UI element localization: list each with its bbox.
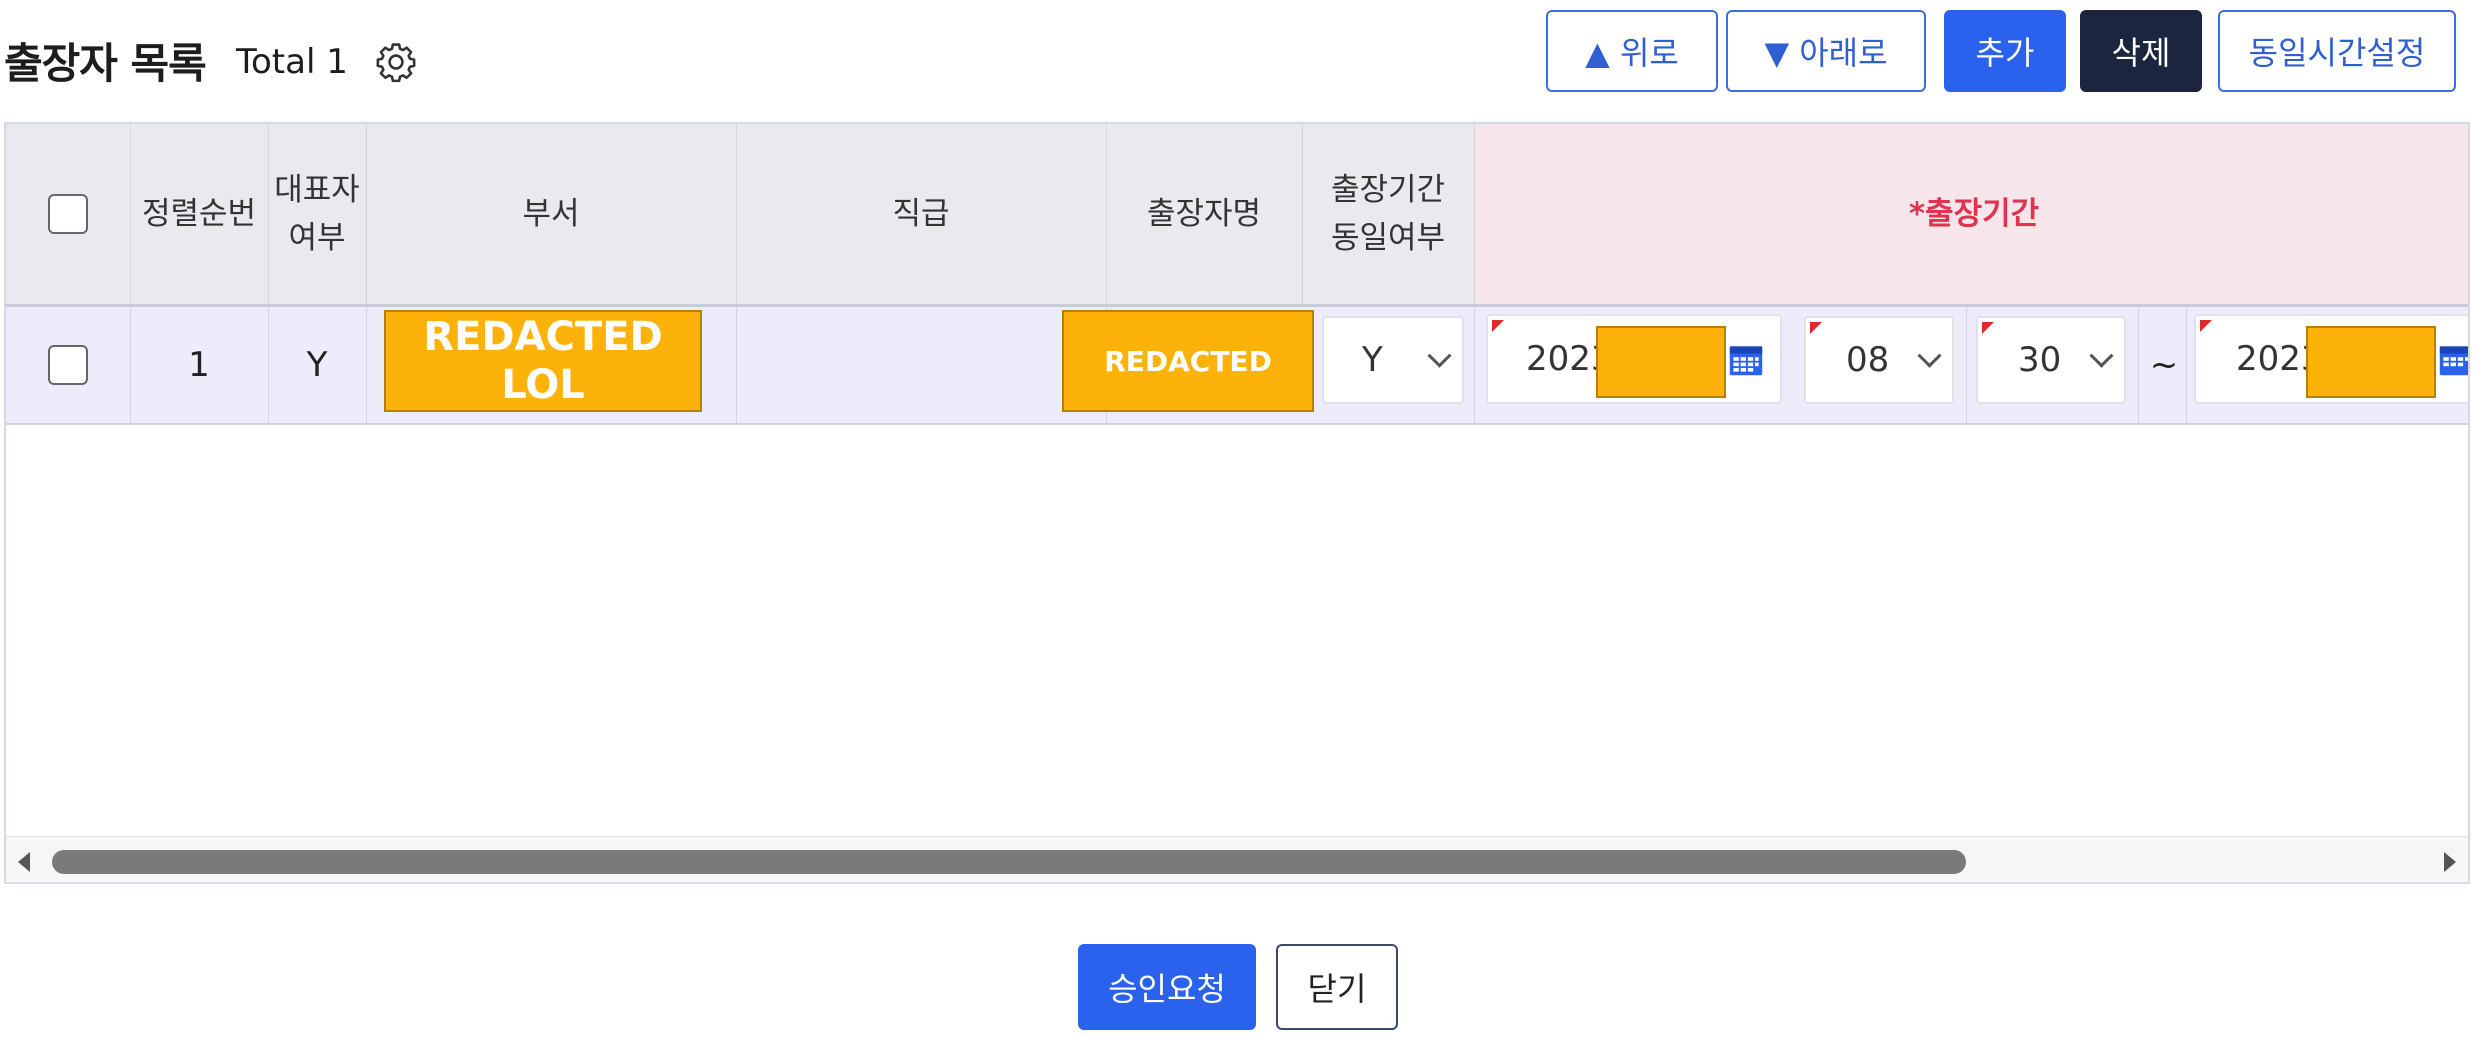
scroll-left-arrow-icon[interactable]: [18, 852, 30, 872]
traveler-grid: 정렬순번 대표자 여부 부서 직급 출장자명 출장기간 동일여부 *출장기간 1…: [4, 122, 2470, 884]
header-position: 직급: [892, 196, 950, 232]
cell-position: [736, 307, 1106, 423]
total-count: Total 1: [236, 42, 348, 82]
header-period: *출장기간: [1908, 196, 2040, 232]
page-title: 출장자 목록: [4, 39, 207, 88]
delete-button[interactable]: 삭제: [2080, 10, 2202, 92]
header-representative: 대표자 여부: [274, 172, 360, 256]
start-day-select[interactable]: 30: [1976, 316, 2126, 404]
header-department: 부서: [522, 196, 580, 232]
header-traveler-name: 출장자명: [1146, 196, 1262, 232]
required-marker: [1810, 322, 1822, 334]
same-time-setting-button[interactable]: 동일시간설정: [2218, 10, 2456, 92]
scroll-right-arrow-icon[interactable]: [2444, 852, 2456, 872]
required-marker: [1982, 322, 1994, 334]
required-marker: [2200, 320, 2212, 332]
approval-request-button[interactable]: 승인요청: [1078, 944, 1256, 1030]
required-marker: [1492, 320, 1504, 332]
move-down-button[interactable]: ▼ 아래로: [1726, 10, 1926, 92]
header-sort-order: 정렬순번: [141, 196, 257, 232]
traveler-name-redacted: REDACTED: [1062, 310, 1314, 412]
chevron-down-icon: [1917, 343, 1942, 368]
select-all-checkbox[interactable]: [48, 194, 88, 234]
start-date-redacted: [1596, 326, 1726, 398]
scrollbar-thumb[interactable]: [52, 850, 1966, 874]
department-redacted: REDACTED LOL: [384, 310, 702, 412]
header-same-period: 출장기간 동일여부: [1330, 172, 1446, 256]
row-checkbox[interactable]: [48, 345, 88, 385]
chevron-down-icon: [2089, 343, 2114, 368]
start-month-select[interactable]: 08: [1804, 316, 1954, 404]
calendar-icon[interactable]: [2438, 340, 2470, 378]
end-date-redacted: [2306, 326, 2436, 398]
period-separator: ~: [2149, 345, 2179, 385]
gear-icon[interactable]: [374, 40, 418, 84]
cell-representative: Y: [306, 345, 328, 385]
close-button[interactable]: 닫기: [1276, 944, 1398, 1030]
calendar-icon[interactable]: [1728, 340, 1764, 378]
chevron-down-icon: [1427, 343, 1452, 368]
cell-sort-order: 1: [188, 345, 210, 385]
header-select-all[interactable]: [6, 124, 130, 304]
same-period-select[interactable]: Y: [1322, 316, 1464, 404]
add-button[interactable]: 추가: [1944, 10, 2066, 92]
move-up-button[interactable]: ▲ 위로: [1546, 10, 1718, 92]
row-select-cell[interactable]: [6, 307, 130, 423]
